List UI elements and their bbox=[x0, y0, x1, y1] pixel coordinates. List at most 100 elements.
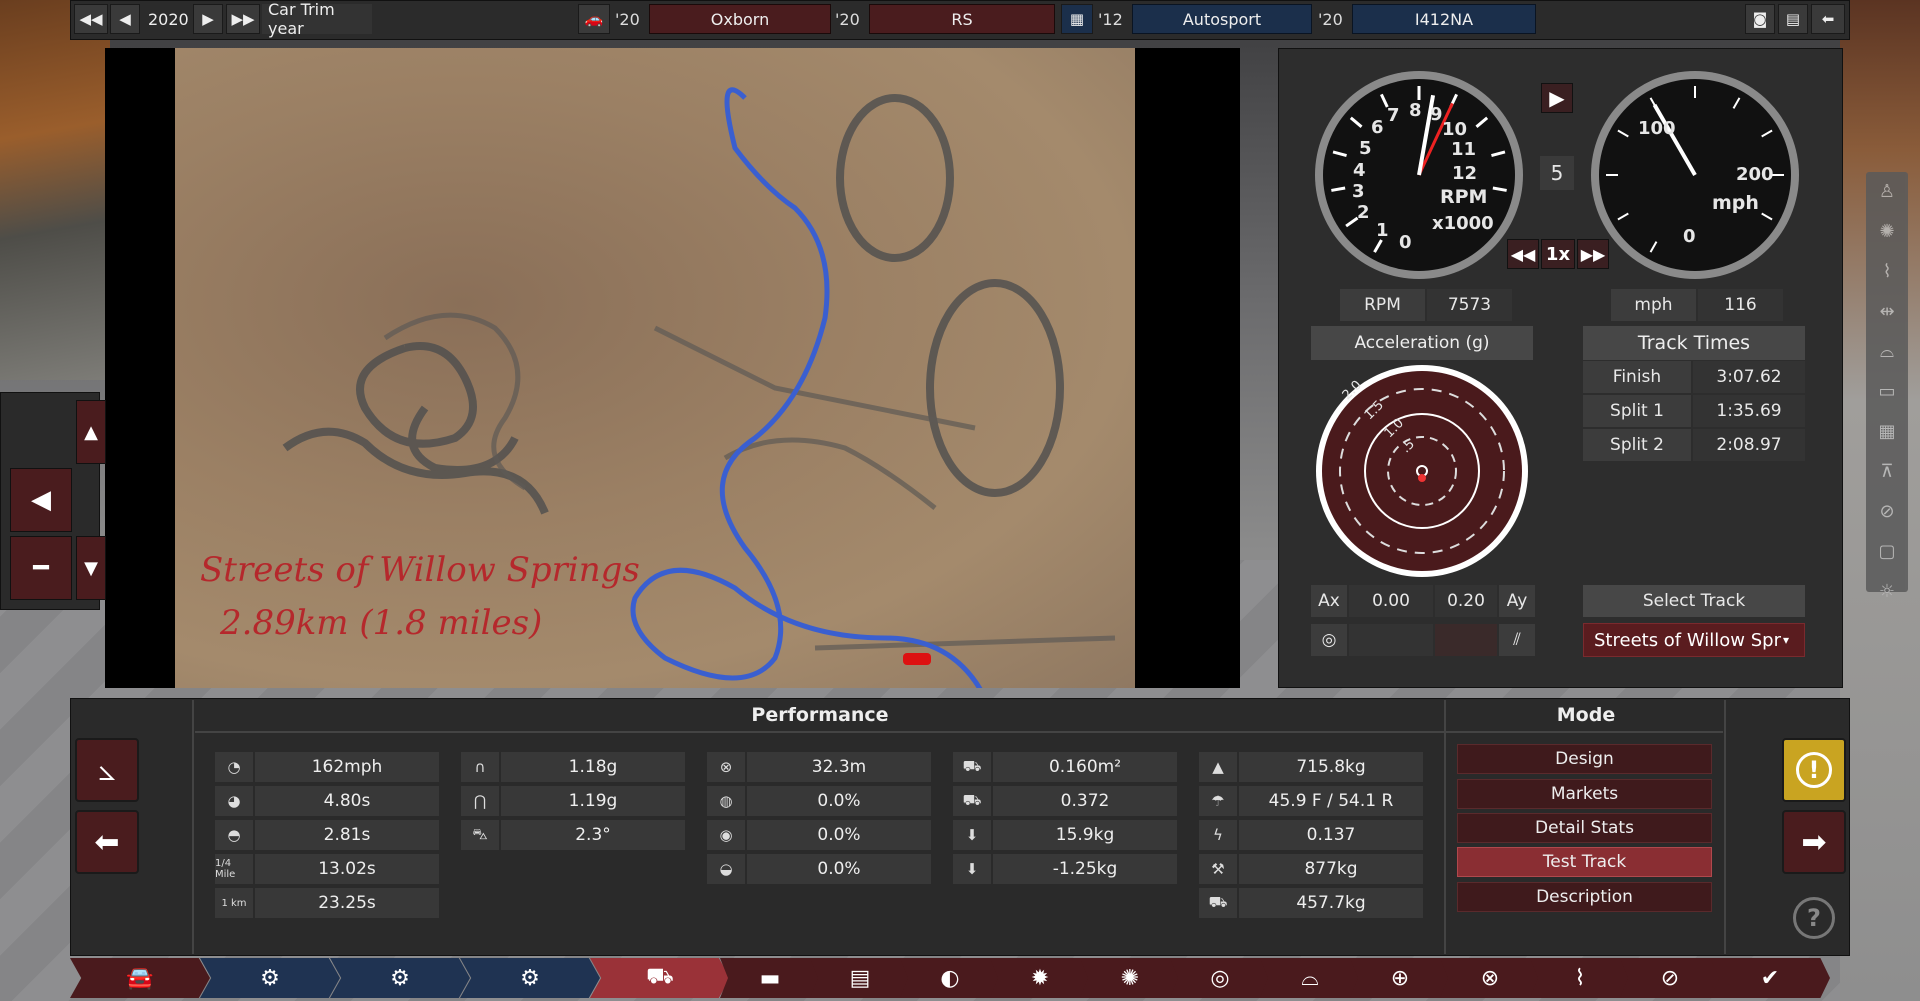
forward-button[interactable]: ➡ bbox=[1782, 810, 1846, 874]
tab-engine-variant[interactable]: ⚙ bbox=[330, 958, 470, 998]
track-name-overlay: Streets of Willow Springs bbox=[200, 550, 640, 590]
stat-value: 1.19g bbox=[501, 786, 685, 816]
stat-value: 23.25s bbox=[255, 888, 439, 918]
tab-engine-family[interactable]: ⚙ bbox=[200, 958, 340, 998]
distribution-icon: ☂ bbox=[1199, 786, 1237, 816]
mph-readout-label: mph bbox=[1611, 289, 1696, 321]
skid-icon: ⫽ bbox=[1499, 624, 1535, 656]
model-select[interactable]: Oxborn bbox=[649, 4, 831, 34]
tab-safety[interactable]: ⊗ bbox=[1440, 958, 1540, 998]
ay-label: Ay bbox=[1499, 585, 1535, 617]
stat-value: 1.18g bbox=[501, 752, 685, 782]
stat-brake-fade: ◍ 0.0% bbox=[707, 786, 933, 816]
panel-icon[interactable]: ▢ bbox=[1866, 532, 1908, 572]
light-icon[interactable]: ☼ bbox=[1866, 572, 1908, 612]
tab-brakes[interactable]: ◎ bbox=[1170, 958, 1270, 998]
trim-select[interactable]: RS bbox=[869, 4, 1055, 34]
down-button[interactable]: ▼ bbox=[76, 536, 106, 600]
stat-value: 162mph bbox=[255, 752, 439, 782]
engine-block-icon[interactable]: ▦ bbox=[1866, 412, 1908, 452]
track-line bbox=[630, 87, 983, 688]
rpm-tick-3: 3 bbox=[1352, 181, 1365, 202]
prev-icon[interactable]: ◀ bbox=[110, 4, 140, 34]
tab-gearbox[interactable]: ✹ bbox=[990, 958, 1090, 998]
stat-weight: ▲ 715.8kg bbox=[1199, 752, 1425, 782]
gear-indicator: 5 bbox=[1540, 156, 1574, 190]
mode-test-track[interactable]: Test Track bbox=[1457, 847, 1712, 877]
variant-select[interactable]: I412NA bbox=[1352, 4, 1536, 34]
tab-finish[interactable]: ✔ bbox=[1710, 958, 1830, 998]
stat-frontal-area: ⛟ 0.160m² bbox=[953, 752, 1179, 782]
mode-detail-stats[interactable]: Detail Stats bbox=[1457, 813, 1712, 843]
axle-icon[interactable]: ⇹ bbox=[1866, 292, 1908, 332]
finish-label: Finish bbox=[1583, 361, 1691, 393]
tire-icon: ◎ bbox=[1311, 624, 1347, 656]
help-icon[interactable]: ? bbox=[1793, 897, 1835, 939]
track-times-title: Track Times bbox=[1583, 326, 1805, 360]
play-button[interactable]: ▶ bbox=[1541, 83, 1573, 113]
up-button[interactable]: ▲ bbox=[76, 400, 106, 464]
playback-speed[interactable]: 1x bbox=[1541, 239, 1575, 269]
back-arrow-icon[interactable]: ⬅ bbox=[1811, 4, 1845, 34]
rewind-icon[interactable]: ◀◀ bbox=[74, 4, 108, 34]
mode-description[interactable]: Description bbox=[1457, 882, 1712, 912]
lift-icon[interactable]: ⊼ bbox=[1866, 452, 1908, 492]
ax-label: Ax bbox=[1311, 585, 1347, 617]
slower-button[interactable]: ◀◀ bbox=[1507, 239, 1539, 269]
brake-icon[interactable]: ⊘ bbox=[1866, 492, 1908, 532]
tab-testing[interactable]: ⌇ bbox=[1530, 958, 1630, 998]
rpm-gauge-label: RPM bbox=[1440, 186, 1488, 208]
tab-trim-overview[interactable]: ⛟ bbox=[590, 958, 730, 998]
camera-icon[interactable]: ◙ bbox=[1745, 4, 1775, 34]
stat-quarter-mile: 1/4 Mile 13.02s bbox=[215, 854, 441, 884]
back-button[interactable]: ⬅ bbox=[75, 810, 139, 874]
car-icon[interactable]: 🚗 bbox=[578, 4, 610, 34]
frontal-area-icon: ⛟ bbox=[953, 752, 991, 782]
body-icon[interactable]: ⌓ bbox=[1866, 332, 1908, 372]
stat-value: 0.137 bbox=[1239, 820, 1423, 850]
tab-car-model[interactable]: 🚘 bbox=[70, 958, 210, 998]
chassis-icon[interactable]: ▭ bbox=[1866, 372, 1908, 412]
downforce-rear-icon: ⬇ bbox=[953, 854, 991, 884]
tab-aero[interactable]: ⌓ bbox=[1260, 958, 1360, 998]
tab-chassis[interactable]: ▬ bbox=[720, 958, 820, 998]
spring-icon[interactable]: ⌇ bbox=[1866, 252, 1908, 292]
downforce-front-icon: ⬇ bbox=[953, 820, 991, 850]
tab-track[interactable]: ⊘ bbox=[1620, 958, 1720, 998]
calculator-icon[interactable]: ▤ bbox=[1778, 4, 1808, 34]
finish-value: 3:07.62 bbox=[1693, 361, 1805, 393]
tab-engine-tuning[interactable]: ⚙ bbox=[460, 958, 600, 998]
tab-wheels[interactable]: ✺ bbox=[1080, 958, 1180, 998]
stat-0-60: ◕ 4.80s bbox=[215, 786, 441, 816]
wheel-icon[interactable]: ✺ bbox=[1866, 212, 1908, 252]
stat-tire-wear: ◒ 0.0% bbox=[707, 854, 933, 884]
stat-value: 4.80s bbox=[255, 786, 439, 816]
stat-steering: ◉ 0.0% bbox=[707, 820, 933, 850]
stat-value: 0.0% bbox=[747, 854, 931, 884]
stat-value: 15.9kg bbox=[993, 820, 1177, 850]
next-icon[interactable]: ▶ bbox=[193, 4, 223, 34]
tab-suspension[interactable]: ▤ bbox=[810, 958, 910, 998]
engine-select[interactable]: Autosport bbox=[1132, 4, 1312, 34]
graph-button[interactable]: ⦣ bbox=[75, 738, 139, 802]
stat-downforce-rear: ⬇ -1.25kg bbox=[953, 854, 1179, 884]
bottom-nav: 🚘 ⚙ ⚙ ⚙ ⛟ ▬ ▤ ◐ ✹ ✺ ◎ ⌓ ⊕ ⊗ ⌇ ⊘ ✔ bbox=[70, 958, 1860, 1001]
stat-value: 0.0% bbox=[747, 786, 931, 816]
rpm-tick-11: 11 bbox=[1451, 139, 1477, 160]
stat-value: 2.81s bbox=[255, 820, 439, 850]
track-select-dropdown[interactable]: Streets of Willow Spr ▾ bbox=[1583, 623, 1805, 657]
tab-interior[interactable]: ⊕ bbox=[1350, 958, 1450, 998]
tab-drivetrain[interactable]: ◐ bbox=[900, 958, 1000, 998]
warning-button[interactable]: ! bbox=[1782, 738, 1846, 802]
mode-markets[interactable]: Markets bbox=[1457, 779, 1712, 809]
engine-icon[interactable]: ▦ bbox=[1061, 4, 1093, 34]
person-icon[interactable]: ♙ bbox=[1866, 172, 1908, 212]
stat-value: 715.8kg bbox=[1239, 752, 1423, 782]
stat-tow: ⚒ 877kg bbox=[1199, 854, 1425, 884]
minus-button[interactable]: ━ bbox=[10, 536, 72, 600]
braking-icon: ⊗ bbox=[707, 752, 745, 782]
stat-value: -1.25kg bbox=[993, 854, 1177, 884]
left-button[interactable]: ◀ bbox=[10, 468, 72, 532]
mode-design[interactable]: Design bbox=[1457, 744, 1712, 774]
fast-forward-icon[interactable]: ▶▶ bbox=[226, 4, 260, 34]
